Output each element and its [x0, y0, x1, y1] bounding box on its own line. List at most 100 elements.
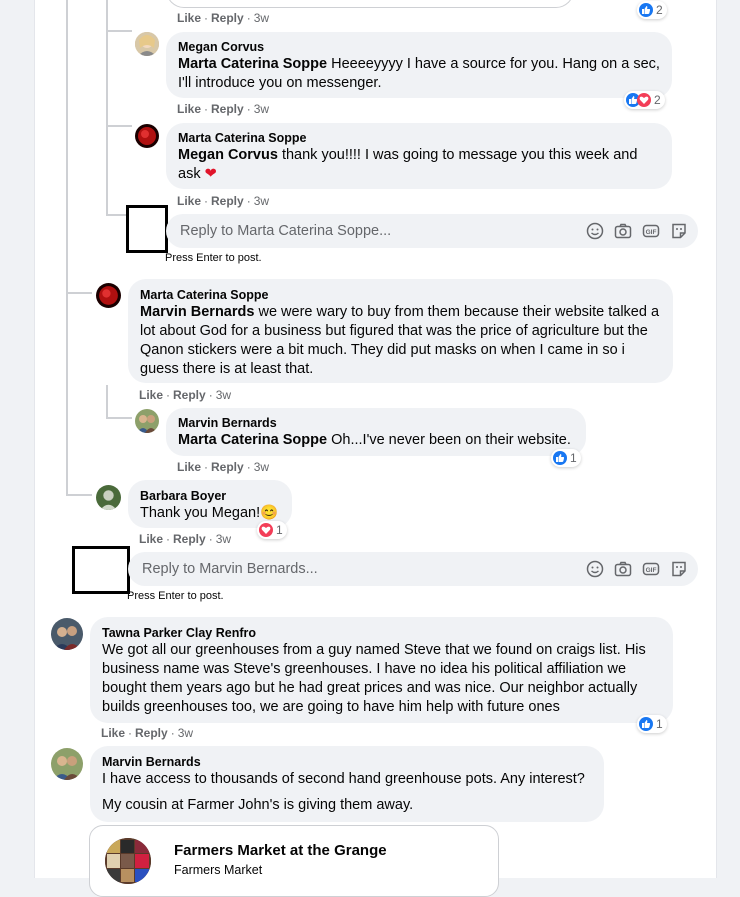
reaction-count-label: 1 — [656, 717, 663, 731]
reaction-count[interactable]: 2 — [624, 91, 665, 109]
comment-text: We got all our greenhouses from a guy na… — [102, 642, 646, 715]
timestamp[interactable]: 3w — [254, 11, 269, 25]
comment-author[interactable]: Marvin Bernards — [102, 754, 592, 770]
like-link[interactable]: Like — [101, 726, 125, 740]
like-link[interactable]: Like — [139, 532, 163, 546]
comment-text-line: I have access to thousands of second han… — [102, 771, 585, 787]
reply-box: GIF — [166, 214, 698, 248]
avatar[interactable] — [96, 283, 121, 308]
timestamp[interactable]: 3w — [254, 460, 269, 474]
comment-author[interactable]: Tawna Parker Clay Renfro — [102, 625, 661, 641]
thread-line — [106, 0, 108, 214]
comment-author[interactable]: Marta Caterina Soppe — [178, 130, 660, 146]
avatar-placeholder — [72, 546, 130, 594]
comment-bubble-clipped — [166, 0, 574, 8]
like-link[interactable]: Like — [177, 102, 201, 116]
gif-icon[interactable]: GIF — [642, 560, 660, 578]
camera-icon[interactable] — [614, 560, 632, 578]
page-category: Farmers Market — [174, 863, 263, 877]
thread-line — [106, 417, 132, 419]
sticker-icon[interactable] — [670, 560, 688, 578]
comment-meta: Like · Reply · 3w — [139, 388, 232, 402]
reaction-count[interactable]: 2 — [637, 1, 667, 19]
reaction-count[interactable]: 1 — [257, 521, 287, 539]
reaction-count-label: 2 — [654, 93, 661, 107]
like-reaction-icon — [639, 3, 653, 17]
reaction-count[interactable]: 1 — [551, 449, 581, 467]
thread-line — [106, 30, 132, 32]
reply-input[interactable] — [178, 222, 562, 240]
press-enter-hint: Press Enter to post. — [165, 252, 262, 264]
reply-input[interactable] — [140, 560, 524, 578]
comment-text: Marvin Bernards we were wary to buy from… — [140, 304, 660, 377]
avatar[interactable] — [96, 485, 121, 510]
timestamp[interactable]: 3w — [254, 194, 269, 208]
reply-link[interactable]: Reply — [211, 102, 244, 116]
svg-text:GIF: GIF — [646, 229, 657, 236]
reply-link[interactable]: Reply — [211, 194, 244, 208]
camera-icon[interactable] — [614, 222, 632, 240]
page-preview-card[interactable]: Farmers Market at the Grange Farmers Mar… — [89, 825, 499, 897]
like-link[interactable]: Like — [177, 11, 201, 25]
reply-link[interactable]: Reply — [211, 460, 244, 474]
emoji-icon[interactable] — [586, 560, 604, 578]
timestamp[interactable]: 3w — [216, 388, 231, 402]
comment-author[interactable]: Barbara Boyer — [140, 488, 280, 504]
reply-box: GIF — [128, 552, 698, 586]
avatar[interactable] — [135, 409, 159, 433]
smile-emoji: 😊 — [260, 505, 279, 521]
like-link[interactable]: Like — [139, 388, 163, 402]
love-reaction-icon — [259, 523, 273, 537]
comment-text-line: My cousin at Farmer John's is giving the… — [102, 797, 414, 813]
thread-line — [106, 385, 108, 417]
like-link[interactable]: Like — [177, 460, 201, 474]
reply-link[interactable]: Reply — [211, 11, 244, 25]
avatar[interactable] — [51, 618, 83, 650]
love-reaction-icon — [637, 93, 651, 107]
comment-text: Thank you Megan!😊 — [140, 505, 279, 521]
thread-line — [106, 125, 132, 127]
comment-author[interactable]: Marta Caterina Soppe — [140, 287, 661, 303]
heart-emoji: ❤ — [204, 166, 217, 182]
comment-bubble: Marta Caterina Soppe Marvin Bernards we … — [128, 279, 673, 383]
reply-link[interactable]: Reply — [135, 726, 168, 740]
reply-link[interactable]: Reply — [173, 532, 206, 546]
mention[interactable]: Marta Caterina Soppe — [178, 432, 327, 448]
emoji-icon[interactable] — [586, 222, 604, 240]
timestamp[interactable]: 3w — [216, 532, 231, 546]
comment-text: Marta Caterina Soppe Oh...I've never bee… — [178, 432, 571, 448]
timestamp[interactable]: 3w — [254, 102, 269, 116]
avatar[interactable] — [135, 124, 159, 148]
timestamp[interactable]: 3w — [178, 726, 193, 740]
page-title[interactable]: Farmers Market at the Grange — [174, 842, 387, 859]
comment-author[interactable]: Marvin Bernards — [178, 415, 574, 431]
comment-author[interactable]: Megan Corvus — [178, 39, 660, 55]
reaction-count-label: 1 — [570, 451, 577, 465]
like-reaction-icon — [639, 717, 653, 731]
reaction-count-label: 2 — [656, 3, 663, 17]
reply-link[interactable]: Reply — [173, 388, 206, 402]
thread-line — [66, 292, 92, 294]
reaction-count[interactable]: 1 — [637, 715, 667, 733]
avatar-placeholder — [126, 205, 168, 253]
comment-bubble: Marvin Bernards Marta Caterina Soppe Oh.… — [166, 408, 586, 456]
comment-text: Marta Caterina Soppe Heeeeyyyy I have a … — [178, 56, 660, 91]
comment-meta: Like · Reply · 3w — [177, 102, 270, 116]
reply-tools: GIF — [586, 560, 688, 578]
comment-bubble: Marta Caterina Soppe Megan Corvus thank … — [166, 123, 672, 189]
mention[interactable]: Megan Corvus — [178, 147, 278, 163]
gif-icon[interactable]: GIF — [642, 222, 660, 240]
avatar[interactable] — [51, 748, 83, 780]
comment-bubble: Marvin Bernards I have access to thousan… — [90, 746, 604, 822]
svg-text:GIF: GIF — [646, 567, 657, 574]
thread-line — [106, 214, 128, 216]
like-reaction-icon — [553, 451, 567, 465]
avatar[interactable] — [135, 32, 159, 56]
mention[interactable]: Marta Caterina Soppe — [178, 56, 327, 72]
mention[interactable]: Marvin Bernards — [140, 304, 254, 320]
sticker-icon[interactable] — [670, 222, 688, 240]
comment-bubble: Tawna Parker Clay Renfro We got all our … — [90, 617, 673, 723]
like-link[interactable]: Like — [177, 194, 201, 208]
comment-text: Megan Corvus thank you!!!! I was going t… — [178, 147, 638, 182]
page-thumbnail — [105, 838, 151, 884]
